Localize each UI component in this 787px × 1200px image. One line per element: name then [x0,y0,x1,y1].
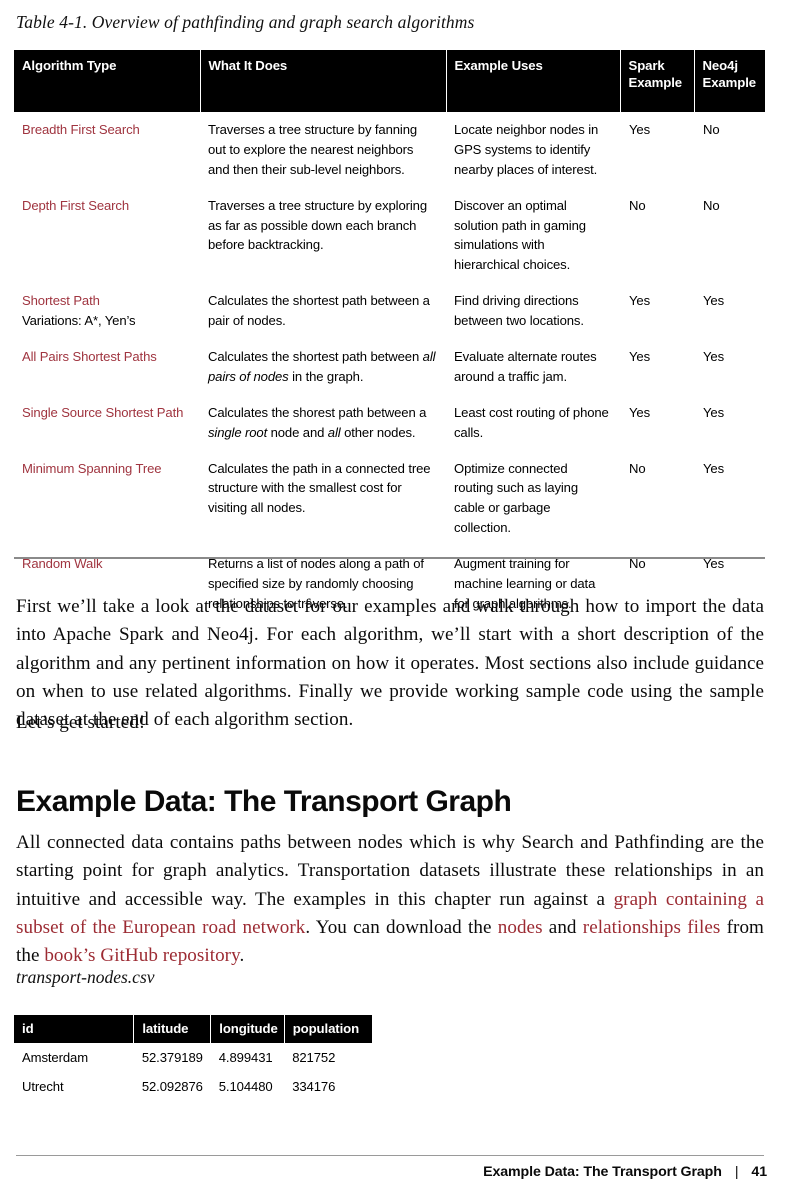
csv-cell-latitude: 52.092876 [141,1079,203,1094]
text-part-2: . You can download the [305,916,498,938]
link-relationships-files[interactable]: relationships files [583,917,721,938]
csv-cell-id: Utrecht [22,1079,64,1094]
cell-what-it-does: Calculates the shortest path between all… [200,339,446,395]
table-header-row: Algorithm Type What It Does Example Uses… [14,50,765,112]
cell-what-it-does: Traverses a tree structure by fanning ou… [208,122,418,177]
csv-cell-id: Amsterdam [22,1050,89,1065]
text-part-3: and [542,916,583,938]
cell-spark-example: Yes [629,404,650,420]
cell-what-it-does: Calculates the path in a connected tree … [208,460,431,516]
cell-example-uses: Optimize connected routing such as layin… [454,460,579,536]
cell-neo4j-example: No [703,197,720,213]
cell-neo4j-example: Yes [703,349,724,365]
link-github-repository[interactable]: book’s GitHub repository [44,945,239,966]
csv-filename-label: transport-nodes.csv [16,967,155,987]
algorithms-table-head: Algorithm Type What It Does Example Uses… [14,50,765,112]
table-row: Depth First Search Traverses a tree stru… [14,188,765,284]
section-heading: Example Data: The Transport Graph [16,785,512,819]
csv-cell-latitude: 52.379189 [141,1050,203,1065]
csv-header-row: id latitude longitude population [14,1015,372,1043]
cell-example-uses: Discover an optimal solution path in gam… [454,197,586,273]
cell-algorithm-name: Shortest Path Variations: A*, Yen’s [14,283,200,339]
cell-algorithm-name: All Pairs Shortest Paths [22,349,157,365]
cell-spark-example: Yes [629,293,650,309]
algorithms-table: Algorithm Type What It Does Example Uses… [14,50,765,622]
csv-cell-population: 334176 [292,1079,336,1094]
text-pre: Calculates the shortest path between [208,349,423,365]
cell-example-uses: Least cost routing of phone calls. [454,404,609,440]
csv-table-body: Amsterdam 52.379189 4.899431 821752 Utre… [14,1043,372,1101]
cell-what-it-does: Calculates the shortest path between a p… [208,293,430,329]
csv-column-header-latitude: latitude [133,1015,212,1043]
text-emphasis: single root [208,424,268,440]
page-footer: Example Data: The Transport Graph | 41 [483,1164,767,1180]
table-row: Single Source Shortest Path Calculates t… [14,395,765,451]
page-number: 41 [751,1164,767,1180]
cell-spark-example: Yes [629,122,650,137]
column-header-example-uses: Example Uses [446,50,621,112]
column-header-algorithm-type: Algorithm Type [14,50,201,112]
cell-example-uses: Evaluate alternate routes around a traff… [454,349,597,384]
text-post: in the graph. [288,368,364,384]
column-header-neo4j-example: Neo4j Example [694,50,765,112]
link-nodes[interactable]: nodes [498,917,543,938]
csv-table-head: id latitude longitude population [14,1015,372,1043]
cell-algorithm-name: Depth First Search [22,197,129,213]
algorithm-name-main: Shortest Path [22,293,100,309]
footer-separator: | [734,1164,739,1180]
algorithm-variations: Variations: A*, Yen’s [22,313,136,329]
footer-section-title: Example Data: The Transport Graph [483,1164,722,1180]
text-part-5: . [239,944,245,966]
table-row: Amsterdam 52.379189 4.899431 821752 [14,1043,372,1072]
table-row: All Pairs Shortest Paths Calculates the … [14,339,765,395]
cell-spark-example: No [629,460,646,476]
text-post: other nodes. [340,424,416,440]
cell-what-it-does: Calculates the shorest path between a si… [200,395,446,451]
text-mid: node and [267,424,328,440]
cell-algorithm-name: Single Source Shortest Path [22,404,184,420]
cell-neo4j-example: Yes [703,404,724,420]
cell-algorithm-name: Minimum Spanning Tree [22,460,162,476]
footer-divider [16,1155,764,1156]
paragraph-lets-get-started: Let’s get started! [16,712,146,734]
csv-cell-longitude: 5.104480 [218,1079,273,1094]
column-header-spark-example: Spark Example [620,50,695,112]
table-caption: Table 4-1. Overview of pathfinding and g… [16,12,475,32]
cell-neo4j-example: No [703,122,720,137]
table-row: Minimum Spanning Tree Calculates the pat… [14,451,765,547]
cell-neo4j-example: Yes [703,460,724,476]
algorithms-table-body: Breadth First Search Traverses a tree st… [14,112,765,622]
csv-column-header-id: id [14,1015,135,1043]
csv-cell-longitude: 4.899431 [218,1050,273,1065]
document-page: Table 4-1. Overview of pathfinding and g… [0,0,787,1200]
text-pre: Calculates the shorest path between a [208,404,427,420]
cell-what-it-does: Traverses a tree structure by exploring … [208,197,427,253]
csv-column-header-population: population [284,1015,372,1043]
csv-column-header-longitude: longitude [210,1015,285,1043]
csv-cell-population: 821752 [292,1050,336,1065]
table-bottom-rule [14,557,765,559]
table-row: Breadth First Search Traverses a tree st… [14,112,765,188]
cell-spark-example: Yes [629,349,650,365]
table-row: Utrecht 52.092876 5.104480 334176 [14,1072,372,1101]
text-emphasis-2: all [327,424,341,440]
cell-example-uses: Find driving directions between two loca… [454,293,584,329]
cell-spark-example: No [629,197,646,213]
transport-nodes-table: id latitude longitude population Amsterd… [14,1015,372,1101]
cell-example-uses: Locate neighbor nodes in GPS systems to … [454,122,599,177]
column-header-what-it-does: What It Does [200,50,447,112]
cell-neo4j-example: Yes [703,293,724,309]
cell-algorithm-name: Breadth First Search [22,122,140,137]
paragraph-transport-intro: All connected data contains paths betwee… [16,829,764,970]
table-row: Shortest Path Variations: A*, Yen’s Calcu… [14,283,765,339]
